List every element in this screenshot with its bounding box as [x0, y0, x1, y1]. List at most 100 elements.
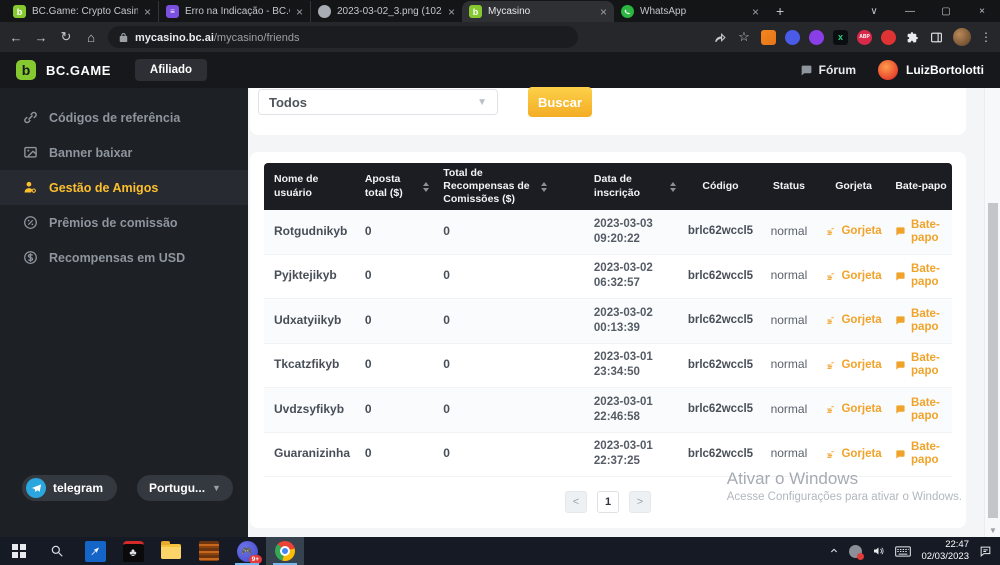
adblock-plus-extension-icon[interactable]: ABP: [857, 30, 872, 45]
sort-icon[interactable]: [670, 182, 676, 192]
sidebar-item-pr-mios-de-comiss-o[interactable]: Prêmios de comissão: [0, 205, 248, 240]
column-header[interactable]: Bate-papo: [890, 180, 952, 193]
chat-link[interactable]: Bate-papo: [894, 397, 948, 423]
cell-signup-date: 2023-03-02 00:13:39: [584, 306, 680, 336]
search-button[interactable]: Buscar: [528, 87, 592, 117]
tip-link[interactable]: Gorjeta: [825, 403, 881, 416]
sidebar-item-gest-o-de-amigos[interactable]: Gestão de Amigos: [0, 170, 248, 205]
browser-tab[interactable]: b BC.Game: Crypto Casino Gam ×: [6, 1, 158, 22]
affiliate-tab[interactable]: Afiliado: [135, 59, 207, 81]
sidebar-item-c-digos-de-refer-ncia[interactable]: Códigos de referência: [0, 100, 248, 135]
filter-type-select[interactable]: Todos ▼: [258, 89, 498, 115]
bc-game-favicon: b: [13, 5, 26, 18]
tip-link[interactable]: Gorjeta: [825, 448, 881, 461]
tab-close-icon[interactable]: ×: [752, 6, 759, 18]
language-selector[interactable]: Portugu... ▼: [137, 475, 233, 501]
bc-game-logo[interactable]: b: [16, 60, 36, 80]
windows-activation-watermark: Ativar o Windows Acesse Configurações pa…: [727, 469, 962, 503]
taskbar-striped-app[interactable]: [190, 537, 228, 565]
start-button[interactable]: [0, 537, 38, 565]
column-header[interactable]: Gorjeta: [817, 180, 890, 193]
metamask-extension-icon[interactable]: [761, 30, 776, 45]
adblock-extension-icon[interactable]: [881, 30, 896, 45]
share-icon[interactable]: [713, 31, 727, 44]
pagination-prev-button[interactable]: <: [565, 491, 587, 513]
tab-close-icon[interactable]: ×: [448, 6, 455, 18]
purple-extension-icon[interactable]: [809, 30, 824, 45]
minimize-button[interactable]: —: [892, 6, 928, 17]
x-extension-icon[interactable]: x: [833, 30, 848, 45]
chat-link[interactable]: Bate-papo: [894, 263, 948, 289]
game-chat-icon: 🎮9+: [237, 541, 258, 562]
sort-icon[interactable]: [423, 182, 429, 192]
reload-icon[interactable]: ↻: [58, 29, 74, 45]
close-button[interactable]: ×: [964, 6, 1000, 17]
telegram-button[interactable]: telegram: [22, 475, 117, 501]
taskbar-chrome-app[interactable]: [266, 537, 304, 565]
pagination-next-button[interactable]: >: [629, 491, 651, 513]
new-tab-button[interactable]: +: [776, 3, 784, 19]
tip-link[interactable]: Gorjeta: [825, 359, 881, 372]
scrollbar-down-arrow[interactable]: ▼: [985, 526, 1000, 535]
touch-keyboard-icon[interactable]: [895, 546, 911, 557]
forum-link[interactable]: Fórum: [799, 63, 856, 77]
taskbar-clock[interactable]: 22:47 02/03/2023: [921, 539, 969, 563]
maximize-button[interactable]: ▢: [928, 6, 964, 17]
column-header[interactable]: Nome de usuário: [264, 173, 355, 199]
user-avatar[interactable]: [878, 60, 898, 80]
chevron-down-icon: ▼: [212, 483, 221, 493]
tab-close-icon[interactable]: ×: [296, 6, 303, 18]
scrollbar-thumb[interactable]: [988, 203, 998, 518]
column-header[interactable]: Status: [761, 180, 817, 193]
coins-icon: [825, 404, 836, 415]
home-icon[interactable]: ⌂: [83, 30, 99, 45]
desktop-screen: b BC.Game: Crypto Casino Gam × ≡ Erro na…: [0, 0, 1000, 565]
sort-icon[interactable]: [541, 182, 547, 192]
back-icon[interactable]: ←: [8, 30, 24, 45]
column-header[interactable]: Total de Recompensas de Comissões ($): [433, 167, 584, 206]
sidebar-item-banner-baixar[interactable]: Banner baixar: [0, 135, 248, 170]
tip-link[interactable]: Gorjeta: [825, 225, 881, 238]
sidebar-item-recompensas-em-usd[interactable]: Recompensas em USD: [0, 240, 248, 275]
taskbar-remote-app[interactable]: [76, 537, 114, 565]
chat-link[interactable]: Bate-papo: [894, 219, 948, 245]
toolbar-right: ☆ x ABP ⋮: [713, 28, 992, 46]
tip-link[interactable]: Gorjeta: [825, 314, 881, 327]
action-center-icon[interactable]: [979, 545, 992, 558]
browser-tab[interactable]: WhatsApp ×: [614, 1, 766, 22]
side-panel-icon[interactable]: [929, 30, 944, 45]
tab-close-icon[interactable]: ×: [144, 6, 151, 18]
coins-icon: [825, 226, 836, 237]
tray-app-notification-icon[interactable]: [849, 545, 862, 558]
browser-profile-avatar[interactable]: [953, 28, 971, 46]
chat-link[interactable]: Bate-papo: [894, 308, 948, 334]
link-icon: [22, 110, 38, 125]
browser-tab[interactable]: 2023-03-02_3.png (1024×76 ×: [310, 1, 462, 22]
taskbar-search-button[interactable]: [38, 537, 76, 565]
forward-icon[interactable]: →: [33, 30, 49, 45]
extensions-puzzle-icon[interactable]: [905, 30, 920, 45]
volume-icon[interactable]: [872, 545, 885, 557]
chat-link[interactable]: Bate-papo: [894, 441, 948, 467]
tab-search-chevron-icon[interactable]: ∨: [856, 6, 892, 17]
chat-link[interactable]: Bate-papo: [894, 352, 948, 378]
cell-rewards-total: 0: [433, 402, 584, 418]
browser-tab[interactable]: b Mycasino ×: [462, 1, 614, 22]
pagination-page-1[interactable]: 1: [597, 491, 619, 513]
user-name[interactable]: LuizBortolotti: [906, 63, 984, 77]
column-header[interactable]: Código: [680, 180, 760, 193]
browser-tab[interactable]: ≡ Erro na Indicação - BC.Game ×: [158, 1, 310, 22]
page-scrollbar[interactable]: ▼: [984, 88, 1000, 537]
blue-extension-icon[interactable]: [785, 30, 800, 45]
bookmark-star-icon[interactable]: ☆: [736, 29, 752, 45]
tip-link[interactable]: Gorjeta: [825, 270, 881, 283]
tray-chevron-up-icon[interactable]: [829, 547, 839, 555]
taskbar-file-explorer[interactable]: [152, 537, 190, 565]
address-bar[interactable]: mycasino.bc.ai/mycasino/friends: [108, 26, 578, 48]
column-header[interactable]: Aposta total ($): [355, 173, 433, 199]
column-header[interactable]: Data de inscrição: [584, 173, 680, 199]
taskbar-discord-app[interactable]: 🎮9+: [228, 537, 266, 565]
browser-menu-kebab-icon[interactable]: ⋮: [980, 30, 992, 44]
tab-close-icon[interactable]: ×: [600, 6, 607, 18]
taskbar-game-app[interactable]: ♣: [114, 537, 152, 565]
